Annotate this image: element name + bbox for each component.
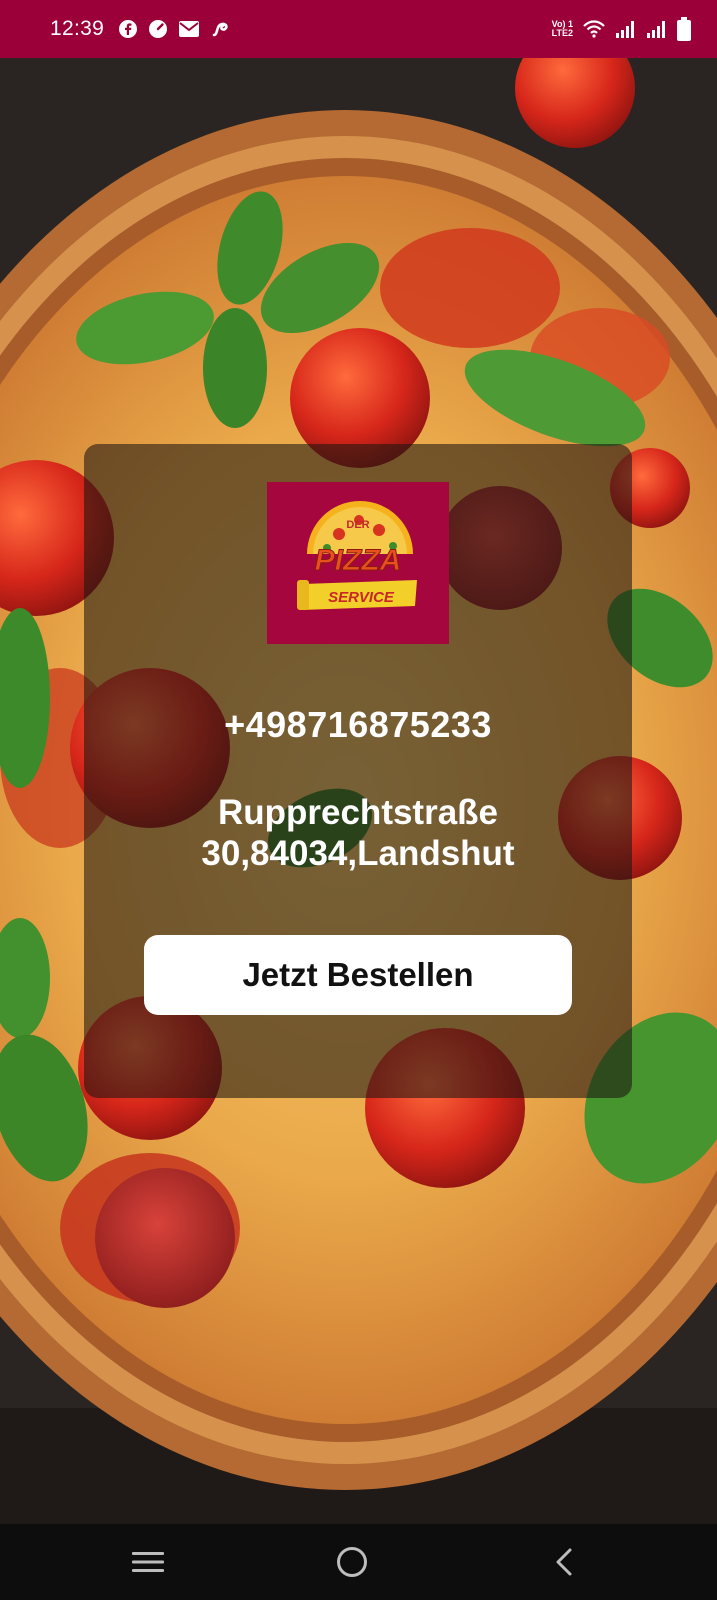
status-bar: 12:39 Vo) 1 LTE2	[0, 0, 717, 58]
facebook-icon	[118, 19, 138, 39]
system-status-icons: Vo) 1 LTE2	[552, 17, 691, 41]
pizza-service-logo: DER PIZZA SERVICE	[267, 482, 449, 644]
menu-icon[interactable]	[128, 1542, 168, 1582]
logo-sub-text: SERVICE	[328, 589, 395, 606]
mail-icon	[178, 19, 200, 39]
battery-icon	[677, 17, 691, 41]
order-now-button[interactable]: Jetzt Bestellen	[144, 935, 572, 1015]
swirl-app-icon	[210, 19, 232, 39]
logo-top-text: DER	[346, 519, 369, 531]
address: Rupprechtstraße 30,84034,Landshut	[84, 792, 632, 874]
network-type-label: Vo) 1 LTE2	[551, 19, 573, 38]
signal-icon	[615, 19, 637, 39]
back-icon[interactable]	[544, 1542, 584, 1582]
home-icon[interactable]	[332, 1542, 372, 1582]
app-screen: 12:39 Vo) 1 LTE2 DER PIZZA SERVICE +4987…	[0, 0, 717, 1600]
pizza-logo-graphic: DER PIZZA SERVICE	[297, 501, 417, 610]
status-time: 12:39	[50, 17, 105, 40]
restaurant-info-card: DER PIZZA SERVICE +498716875233 Rupprech…	[84, 444, 632, 1098]
system-navigation-bar	[0, 1524, 717, 1600]
speedometer-icon	[148, 19, 168, 39]
logo-brand-text: PIZZA	[315, 544, 402, 577]
notification-icons	[118, 19, 232, 39]
phone-number[interactable]: +498716875233	[84, 704, 632, 746]
address-city: 30,84034,Landshut	[201, 834, 515, 873]
wifi-icon	[582, 19, 606, 39]
signal-icon	[646, 19, 668, 39]
address-street: Rupprechtstraße	[217, 793, 499, 832]
